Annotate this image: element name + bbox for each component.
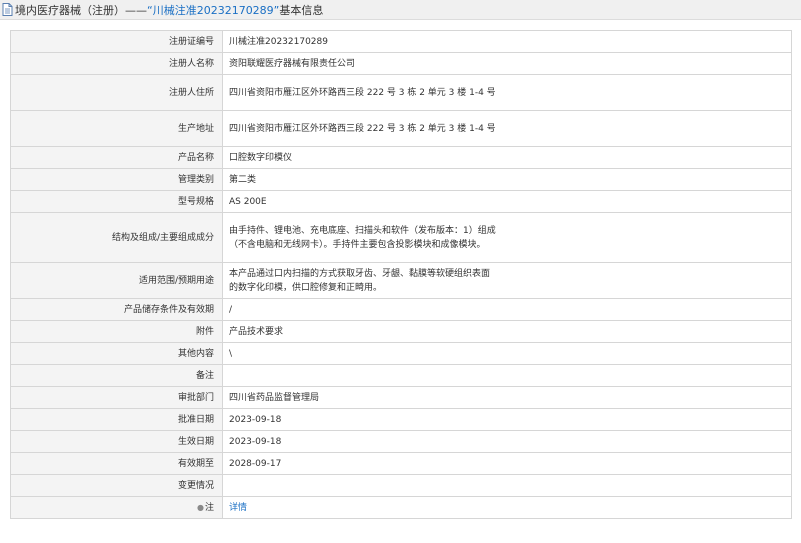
table-row: 产品储存条件及有效期 / bbox=[10, 298, 792, 321]
row-label: 有效期至 bbox=[10, 452, 223, 475]
row-value-text: 口腔数字印模仪 bbox=[229, 152, 293, 163]
table-row: 型号规格 AS 200E bbox=[10, 190, 792, 213]
row-label: 生产地址 bbox=[10, 110, 223, 147]
info-table: 注册证编号 川械注准20232170289 注册人名称 资阳联耀医疗器械有限责任公司注… bbox=[10, 30, 792, 519]
table-row: 批准日期 2023-09-18 bbox=[10, 408, 792, 431]
row-value-text: / bbox=[229, 304, 233, 315]
row-value: 产品技术要求 bbox=[222, 320, 792, 343]
table-row: 附件 产品技术要求 bbox=[10, 320, 792, 343]
row-label: 注册证编号 bbox=[10, 30, 223, 53]
table-row: 注册证编号 川械注准20232170289 bbox=[10, 30, 792, 53]
row-value-text: \ bbox=[229, 348, 233, 359]
row-label: 变更情况 bbox=[10, 474, 223, 497]
row-label: 批准日期 bbox=[10, 408, 223, 431]
table-row-note: ●注 详情 bbox=[10, 496, 792, 519]
row-value-text: 2028-09-17 bbox=[229, 458, 282, 469]
row-value: 详情 bbox=[222, 496, 792, 519]
table-row: 备注 bbox=[10, 364, 792, 387]
row-label: 备注 bbox=[10, 364, 223, 387]
table-row: 生产地址 四川省资阳市雁江区外环路西三段 222 号 3 栋 2 单元 3 楼 1… bbox=[10, 110, 792, 147]
row-value: 第二类 bbox=[222, 168, 792, 191]
row-value-text: 川械注准20232170289 bbox=[229, 36, 328, 47]
table-row: 产品名称 口腔数字印模仪 bbox=[10, 146, 792, 169]
info-icon: ● bbox=[197, 502, 204, 512]
row-value: 2023-09-18 bbox=[222, 430, 792, 453]
title-dash: —— bbox=[125, 3, 147, 17]
row-value: 由手持件、锂电池、充电底座、扫描头和软件（发布版本：1）组成（不含电脑和无线网卡… bbox=[222, 212, 792, 263]
row-label: 产品名称 bbox=[10, 146, 223, 169]
document-icon bbox=[2, 3, 14, 17]
title-prefix: 境内医疗器械（注册） bbox=[15, 3, 125, 17]
details-link[interactable]: 详情 bbox=[229, 503, 247, 513]
table-row: 变更情况 bbox=[10, 474, 792, 497]
row-value-text: 资阳联耀医疗器械有限责任公司 bbox=[229, 58, 356, 69]
row-value-text: 四川省资阳市雁江区外环路西三段 222 号 3 栋 2 单元 3 楼 1-4 号 bbox=[229, 87, 496, 98]
table-row: 有效期至 2028-09-17 bbox=[10, 452, 792, 475]
table-row: 注册人住所 四川省资阳市雁江区外环路西三段 222 号 3 栋 2 单元 3 楼 … bbox=[10, 74, 792, 111]
table-row: 适用范围/预期用途 本产品通过口内扫描的方式获取牙齿、牙龈、黏膜等软硬组织表面的数… bbox=[10, 262, 792, 299]
title-registration-number: “川械注准20232170289” bbox=[147, 3, 280, 17]
page-title: 境内医疗器械（注册）——“川械注准20232170289”基本信息 bbox=[15, 2, 323, 18]
row-label: 审批部门 bbox=[10, 386, 223, 409]
row-value: / bbox=[222, 298, 792, 321]
row-value: 口腔数字印模仪 bbox=[222, 146, 792, 169]
row-label: 注册人住所 bbox=[10, 74, 223, 111]
row-value bbox=[222, 474, 792, 497]
row-value: 2028-09-17 bbox=[222, 452, 792, 475]
table-row: 生效日期 2023-09-18 bbox=[10, 430, 792, 453]
row-value: 本产品通过口内扫描的方式获取牙齿、牙龈、黏膜等软硬组织表面的数字化印模，供口腔修… bbox=[222, 262, 792, 299]
row-value: 四川省资阳市雁江区外环路西三段 222 号 3 栋 2 单元 3 楼 1-4 号 bbox=[222, 74, 792, 111]
row-value: 川械注准20232170289 bbox=[222, 30, 792, 53]
row-value bbox=[222, 364, 792, 387]
title-suffix: 基本信息 bbox=[279, 3, 324, 17]
row-label: 生效日期 bbox=[10, 430, 223, 453]
row-label: 附件 bbox=[10, 320, 223, 343]
table-row: 审批部门 四川省药品监督管理局 bbox=[10, 386, 792, 409]
table-row: 其他内容 \ bbox=[10, 342, 792, 365]
row-label: 适用范围/预期用途 bbox=[10, 262, 223, 299]
row-value-text: 第二类 bbox=[229, 174, 257, 185]
row-value: 四川省资阳市雁江区外环路西三段 222 号 3 栋 2 单元 3 楼 1-4 号 bbox=[222, 110, 792, 147]
row-value-text: 四川省资阳市雁江区外环路西三段 222 号 3 栋 2 单元 3 楼 1-4 号 bbox=[229, 123, 496, 134]
table-row: 注册人名称 资阳联耀医疗器械有限责任公司 bbox=[10, 52, 792, 75]
row-label: ●注 bbox=[10, 496, 223, 519]
row-value: AS 200E bbox=[222, 190, 792, 213]
row-value-text: 产品技术要求 bbox=[229, 326, 284, 337]
row-value-text: 2023-09-18 bbox=[229, 436, 282, 447]
note-label: 注 bbox=[204, 502, 214, 513]
row-value-text: AS 200E bbox=[229, 196, 267, 207]
row-label: 结构及组成/主要组成成分 bbox=[10, 212, 223, 263]
row-value-text: 2023-09-18 bbox=[229, 414, 282, 425]
row-value: 2023-09-18 bbox=[222, 408, 792, 431]
row-value-text: 四川省药品监督管理局 bbox=[229, 392, 320, 403]
row-value-text: 由手持件、锂电池、充电底座、扫描头和软件（发布版本：1）组成（不含电脑和无线网卡… bbox=[229, 225, 496, 250]
row-label: 产品储存条件及有效期 bbox=[10, 298, 223, 321]
table-row: 结构及组成/主要组成成分 由手持件、锂电池、充电底座、扫描头和软件（发布版本：1）… bbox=[10, 212, 792, 263]
page-title-bar: 境内医疗器械（注册）——“川械注准20232170289”基本信息 bbox=[0, 0, 801, 20]
row-value: \ bbox=[222, 342, 792, 365]
row-label: 型号规格 bbox=[10, 190, 223, 213]
row-value-text: 本产品通过口内扫描的方式获取牙齿、牙龈、黏膜等软硬组织表面的数字化印模，供口腔修… bbox=[229, 268, 491, 293]
row-label: 管理类别 bbox=[10, 168, 223, 191]
row-label: 其他内容 bbox=[10, 342, 223, 365]
row-value: 资阳联耀医疗器械有限责任公司 bbox=[222, 52, 792, 75]
row-value: 四川省药品监督管理局 bbox=[222, 386, 792, 409]
table-row: 管理类别 第二类 bbox=[10, 168, 792, 191]
row-label: 注册人名称 bbox=[10, 52, 223, 75]
